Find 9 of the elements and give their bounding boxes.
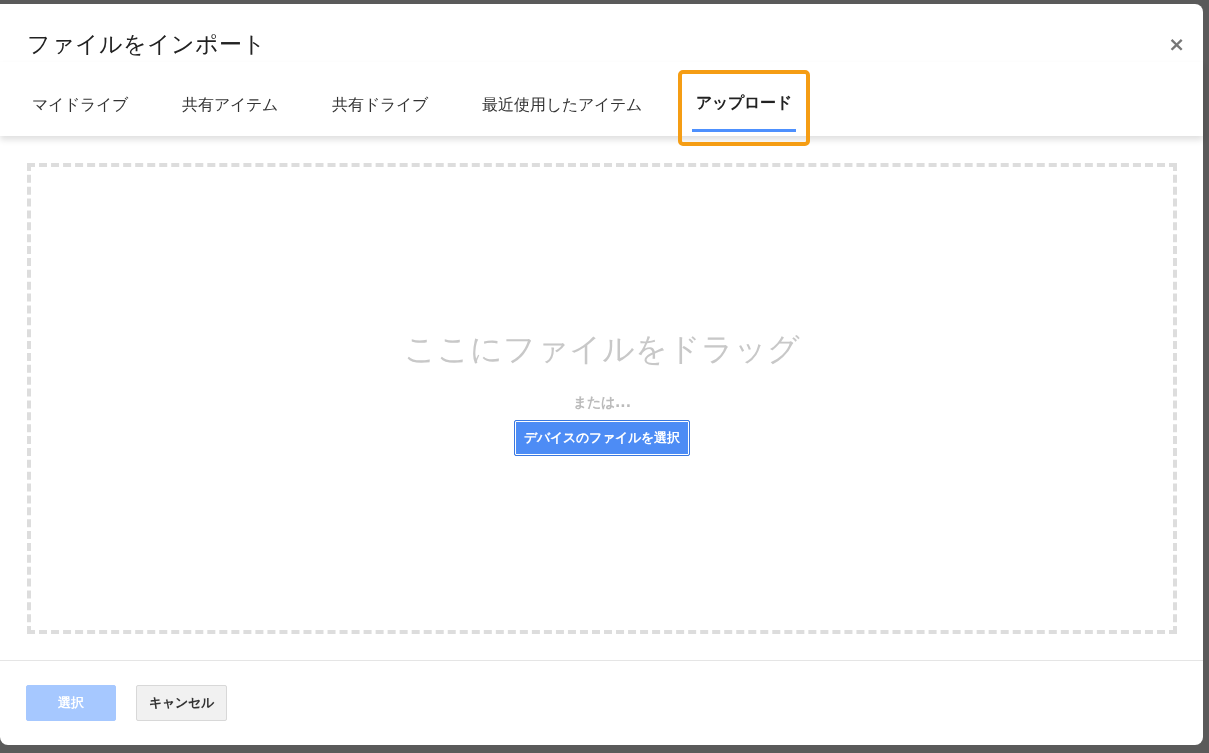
or-label: または... (573, 393, 631, 412)
tab[interactable]: アップロード (692, 74, 796, 132)
cancel-button[interactable]: キャンセル (136, 685, 227, 721)
tab[interactable]: 共有ドライブ (328, 76, 432, 134)
tab[interactable]: マイドライブ (28, 76, 132, 134)
tab[interactable]: 共有アイテム (178, 76, 282, 134)
dialog-title: ファイルをインポート (27, 29, 266, 59)
tab[interactable]: 最近使用したアイテム (478, 76, 646, 134)
close-button[interactable]: × (1168, 32, 1185, 56)
